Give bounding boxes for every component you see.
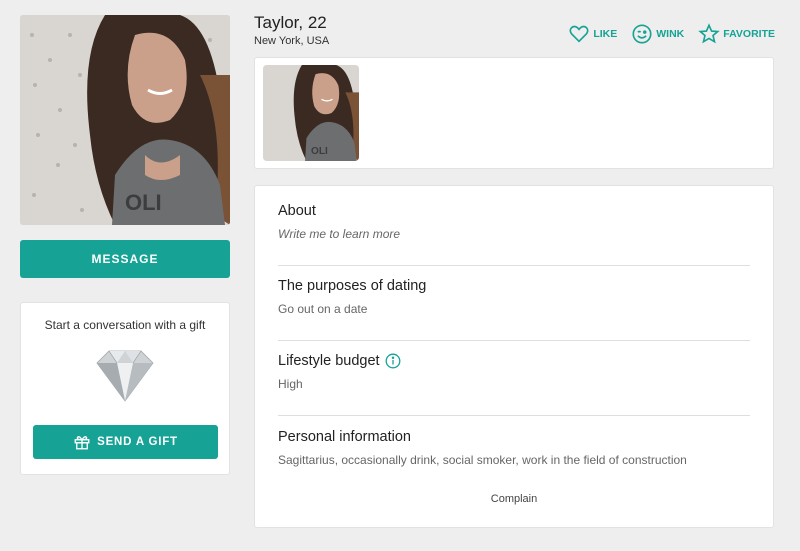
- profile-location: New York, USA: [254, 35, 330, 47]
- gift-prompt: Start a conversation with a gift: [44, 318, 206, 332]
- about-value: Write me to learn more: [278, 227, 401, 241]
- purposes-value: Go out on a date: [278, 302, 368, 316]
- wink-smiley-icon: [632, 24, 652, 44]
- divider: [278, 340, 750, 341]
- divider: [278, 265, 750, 266]
- wink-button[interactable]: WINK: [631, 23, 684, 45]
- profile-photo[interactable]: OLI: [20, 15, 230, 225]
- gift-icon: [74, 436, 90, 450]
- photo-thumbnail[interactable]: OLI: [263, 65, 359, 161]
- lifestyle-section: Lifestyle budget High: [278, 353, 750, 391]
- about-title: About: [278, 203, 316, 219]
- purposes-section: The purposes of dating Go out on a date: [278, 278, 750, 316]
- favorite-label: FAVORITE: [723, 28, 775, 40]
- about-section: About Write me to learn more: [278, 203, 750, 241]
- svg-text:OLI: OLI: [125, 190, 162, 215]
- svg-text:OLI: OLI: [311, 146, 328, 157]
- lifestyle-title-row: Lifestyle budget: [278, 353, 750, 369]
- photo-gallery: OLI: [254, 57, 774, 169]
- purposes-title: The purposes of dating: [278, 278, 427, 294]
- star-icon: [698, 23, 721, 44]
- info-icon[interactable]: [385, 353, 401, 369]
- like-label: LIKE: [593, 28, 618, 40]
- lifestyle-title: Lifestyle budget: [278, 353, 380, 369]
- like-button[interactable]: LIKE: [568, 23, 617, 45]
- profile-actions: LIKE WINK FAVORITE: [568, 23, 775, 45]
- diamond-icon: [96, 350, 154, 402]
- complain-link[interactable]: Complain: [255, 493, 773, 505]
- message-button[interactable]: MESSAGE: [20, 240, 230, 278]
- profile-info-panel: About Write me to learn more The purpose…: [254, 185, 774, 528]
- lifestyle-value: High: [278, 377, 303, 391]
- heart-icon: [569, 25, 589, 43]
- wink-label: WINK: [656, 28, 685, 40]
- send-gift-button[interactable]: SEND A GIFT: [33, 425, 218, 459]
- personal-title: Personal information: [278, 429, 411, 445]
- personal-value: Sagittarius, occasionally drink, social …: [278, 453, 687, 467]
- profile-name-age: Taylor, 22: [254, 13, 327, 32]
- divider: [278, 415, 750, 416]
- favorite-button[interactable]: FAVORITE: [698, 23, 775, 45]
- send-gift-label: SEND A GIFT: [97, 436, 178, 448]
- personal-section: Personal information Sagittarius, occasi…: [278, 429, 750, 467]
- gift-card: Start a conversation with a gift SEND A …: [20, 302, 230, 475]
